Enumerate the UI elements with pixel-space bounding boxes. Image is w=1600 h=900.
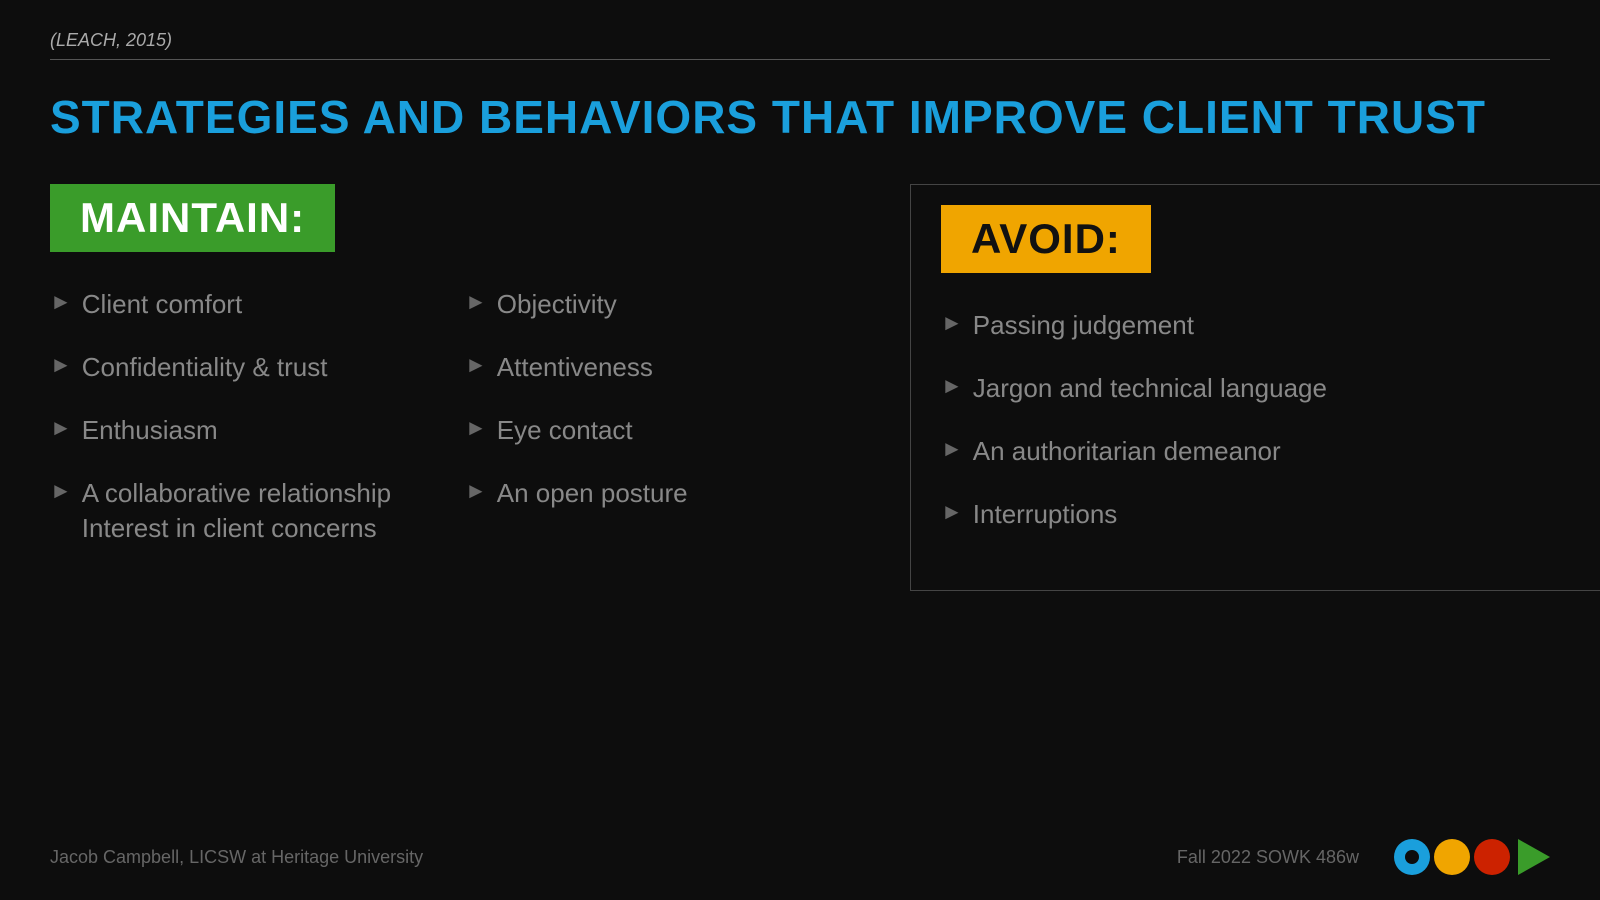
bullet-icon: ►	[50, 289, 72, 315]
list-item: ► An authoritarian demeanor	[941, 434, 1579, 469]
item-text: Client comfort	[82, 287, 242, 322]
list-item: ► Passing judgement	[941, 308, 1579, 343]
footer-right: Fall 2022 SOWK 486w	[1177, 839, 1550, 875]
item-text: An open posture	[497, 476, 688, 511]
list-item: ► Attentiveness	[465, 350, 880, 385]
list-item: ► Enthusiasm	[50, 413, 465, 448]
list-item: ► An open posture	[465, 476, 880, 511]
avoid-badge: AVOID:	[941, 205, 1151, 273]
bullet-icon: ►	[50, 415, 72, 441]
maintain-col2: ► Objectivity ► Attentiveness ► Eye cont…	[465, 287, 880, 574]
bullet-icon: ►	[465, 415, 487, 441]
logo-dots	[1394, 839, 1550, 875]
logo-dot-red-icon	[1474, 839, 1510, 875]
bullet-icon: ►	[941, 310, 963, 336]
maintain-col1: ► Client comfort ► Confidentiality & tru…	[50, 287, 465, 574]
bullet-icon: ►	[465, 478, 487, 504]
bullet-icon: ►	[465, 289, 487, 315]
bullet-icon: ►	[50, 352, 72, 378]
logo-arrow-icon	[1518, 839, 1550, 875]
item-text: Eye contact	[497, 413, 633, 448]
list-item: ► Interruptions	[941, 497, 1579, 532]
list-item: ► Jargon and technical language	[941, 371, 1579, 406]
footer-author: Jacob Campbell, LICSW at Heritage Univer…	[50, 847, 423, 868]
list-item: ► Objectivity	[465, 287, 880, 322]
main-title: STRATEGIES AND BEHAVIORS THAT IMPROVE CL…	[50, 90, 1550, 144]
item-text: An authoritarian demeanor	[973, 434, 1281, 469]
bullet-icon: ►	[465, 352, 487, 378]
top-rule	[50, 59, 1550, 60]
bullet-icon: ►	[941, 499, 963, 525]
item-text: Confidentiality & trust	[82, 350, 328, 385]
bullet-icon: ►	[941, 436, 963, 462]
item-text: Objectivity	[497, 287, 617, 322]
item-text: Enthusiasm	[82, 413, 218, 448]
footer-course: Fall 2022 SOWK 486w	[1177, 847, 1359, 868]
bullet-icon: ►	[50, 478, 72, 504]
citation: (LEACH, 2015)	[50, 30, 1550, 51]
list-item: ► Client comfort	[50, 287, 465, 322]
item-text: A collaborative relationship Interest in…	[82, 476, 465, 546]
item-text: Attentiveness	[497, 350, 653, 385]
slide: (LEACH, 2015) STRATEGIES AND BEHAVIORS T…	[0, 0, 1600, 900]
content-area: MAINTAIN: ► Client comfort ► Confidentia…	[50, 184, 1550, 591]
item-text: Interruptions	[973, 497, 1118, 532]
maintain-badge: MAINTAIN:	[50, 184, 335, 252]
maintain-section: MAINTAIN: ► Client comfort ► Confidentia…	[50, 184, 910, 574]
maintain-columns: ► Client comfort ► Confidentiality & tru…	[50, 287, 880, 574]
footer: Jacob Campbell, LICSW at Heritage Univer…	[50, 839, 1550, 875]
logo-dot-orange-icon	[1434, 839, 1470, 875]
item-text: Jargon and technical language	[973, 371, 1327, 406]
list-item: ► A collaborative relationship Interest …	[50, 476, 465, 546]
bullet-icon: ►	[941, 373, 963, 399]
avoid-section: AVOID: ► Passing judgement ► Jargon and …	[910, 184, 1600, 591]
list-item: ► Confidentiality & trust	[50, 350, 465, 385]
list-item: ► Eye contact	[465, 413, 880, 448]
item-text: Passing judgement	[973, 308, 1194, 343]
logo-dot-teal-icon	[1394, 839, 1430, 875]
